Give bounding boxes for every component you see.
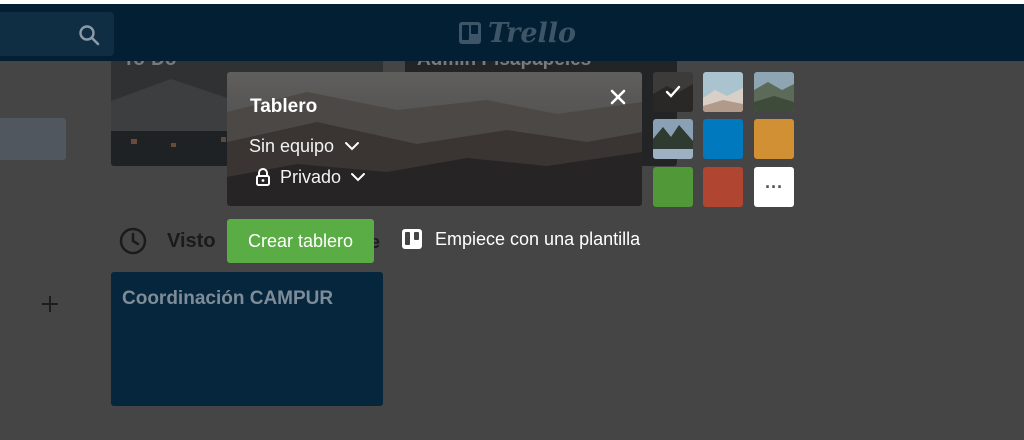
lock-icon	[256, 168, 270, 186]
background-option-photo[interactable]	[754, 72, 794, 112]
background-option-photo[interactable]	[703, 72, 743, 112]
template-icon	[402, 229, 422, 249]
start-with-template-link[interactable]: Empiece con una plantilla	[400, 224, 640, 254]
board-thumbnail-title: Admin Pisapapeles	[417, 61, 591, 71]
background-photo-thumb	[653, 119, 693, 159]
board-title-input[interactable]: Tablero	[250, 96, 317, 118]
background-option-color[interactable]	[754, 119, 794, 159]
background-option-photo[interactable]	[653, 119, 693, 159]
recent-section-title: Visto	[167, 230, 216, 252]
background-option-color[interactable]	[703, 119, 743, 159]
chevron-down-icon	[345, 142, 360, 151]
search-box[interactable]	[0, 12, 114, 56]
more-backgrounds-button[interactable]: ···	[754, 167, 794, 207]
background-option-color[interactable]	[653, 167, 693, 207]
search-icon[interactable]	[78, 24, 100, 46]
clock-icon	[119, 227, 147, 255]
background-option-photo[interactable]	[653, 72, 693, 112]
board-thumbnail-title: To-Do	[123, 61, 176, 71]
team-dropdown[interactable]: Sin equipo	[249, 133, 360, 159]
recent-board-tile[interactable]: Coordinación CAMPUR	[111, 272, 383, 406]
chevron-down-icon	[351, 173, 366, 182]
create-board-card: Tablero Sin equipo Privado	[227, 72, 642, 206]
team-dropdown-label: Sin equipo	[249, 135, 335, 156]
recent-board-title: Coordinación CAMPUR	[122, 288, 334, 309]
plus-icon[interactable]	[38, 292, 62, 316]
sidebar-item[interactable]	[0, 118, 66, 160]
more-icon: ···	[765, 176, 783, 197]
close-icon[interactable]	[607, 86, 629, 108]
background-option-color[interactable]	[703, 167, 743, 207]
visibility-dropdown[interactable]: Privado	[255, 164, 366, 190]
header-bar: Trello	[0, 4, 1024, 61]
trello-logo-icon	[459, 22, 481, 44]
trello-logo[interactable]: Trello	[458, 17, 576, 49]
background-photo-thumb	[754, 72, 794, 112]
visibility-dropdown-label: Privado	[280, 166, 342, 187]
background-photo-thumb	[703, 72, 743, 112]
logo-text: Trello	[488, 17, 577, 49]
start-with-template-label: Empiece con una plantilla	[435, 228, 641, 249]
create-board-button[interactable]: Crear tablero	[227, 219, 374, 263]
check-icon	[665, 85, 681, 98]
